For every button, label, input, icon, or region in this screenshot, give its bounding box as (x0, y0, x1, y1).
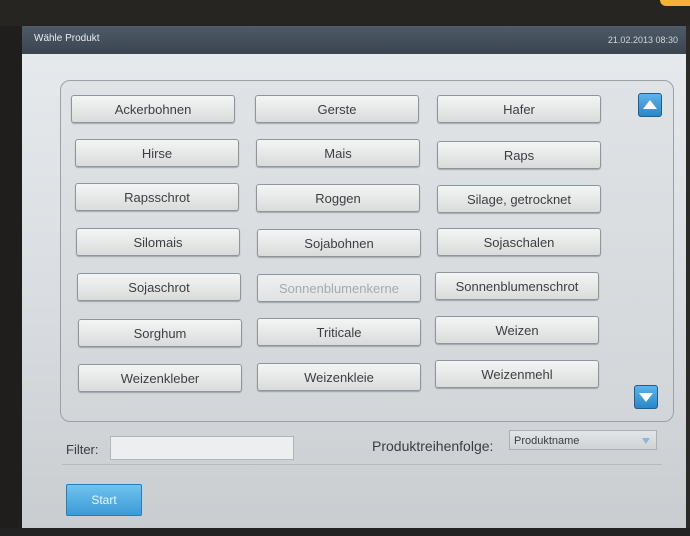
product-button-sojabohnen[interactable]: Sojabohnen (257, 229, 421, 257)
monitor-bezel-bottom (0, 528, 690, 536)
start-button[interactable]: Start (66, 484, 142, 516)
datetime: 21.02.2013 08:30 (607, 35, 678, 45)
filter-label: Filter: (66, 442, 99, 457)
title-bar: Wähle Produkt 21.02.2013 08:30 (22, 26, 686, 54)
divider (62, 464, 662, 465)
arrow-up-icon (643, 100, 657, 109)
product-button-silomais[interactable]: Silomais (76, 228, 240, 256)
scroll-down-button[interactable] (634, 385, 658, 409)
order-select-value: Produktname (514, 435, 580, 447)
scroll-up-button[interactable] (638, 93, 662, 117)
product-button-raps[interactable]: Raps (437, 141, 601, 169)
product-button-rapsschrot[interactable]: Rapsschrot (75, 183, 239, 211)
product-button-weizenkleie[interactable]: Weizenkleie (257, 363, 421, 391)
product-button-sonnenblumenschrot[interactable]: Sonnenblumenschrot (435, 272, 599, 300)
product-button-weizen[interactable]: Weizen (435, 316, 599, 344)
product-button-triticale[interactable]: Triticale (257, 318, 421, 346)
product-button-weizenmehl[interactable]: Weizenmehl (435, 360, 599, 388)
product-button-weizenkleber[interactable]: Weizenkleber (78, 364, 242, 392)
arrow-down-icon (639, 393, 653, 402)
chevron-down-icon (642, 438, 650, 444)
product-button-silage-getrocknet[interactable]: Silage, getrocknet (437, 185, 601, 213)
monitor-bezel-top (0, 0, 690, 26)
window-title: Wähle Produkt (34, 33, 100, 44)
touch-screen: Wähle Produkt 21.02.2013 08:30 Ackerbohn… (22, 26, 686, 528)
order-label: Produktreihenfolge: (372, 438, 494, 454)
product-button-sojaschalen[interactable]: Sojaschalen (437, 228, 601, 256)
product-button-hirse[interactable]: Hirse (75, 139, 239, 167)
product-button-ackerbohnen[interactable]: Ackerbohnen (71, 95, 235, 123)
product-button-roggen[interactable]: Roggen (256, 184, 420, 212)
filter-input[interactable] (110, 436, 294, 460)
product-button-sonnenblumenkerne[interactable]: Sonnenblumenkerne (257, 274, 421, 302)
product-panel: Ackerbohnen Gerste Hafer Hirse Mais Raps… (60, 80, 674, 422)
product-button-sojaschrot[interactable]: Sojaschrot (77, 273, 241, 301)
order-select[interactable]: Produktname (509, 430, 657, 450)
start-button-label: Start (91, 493, 117, 507)
product-button-gerste[interactable]: Gerste (255, 95, 419, 123)
monitor-bezel (0, 0, 22, 536)
product-button-mais[interactable]: Mais (256, 139, 420, 167)
product-button-sorghum[interactable]: Sorghum (78, 319, 242, 347)
corner-glint (660, 0, 690, 6)
product-button-hafer[interactable]: Hafer (437, 95, 601, 123)
